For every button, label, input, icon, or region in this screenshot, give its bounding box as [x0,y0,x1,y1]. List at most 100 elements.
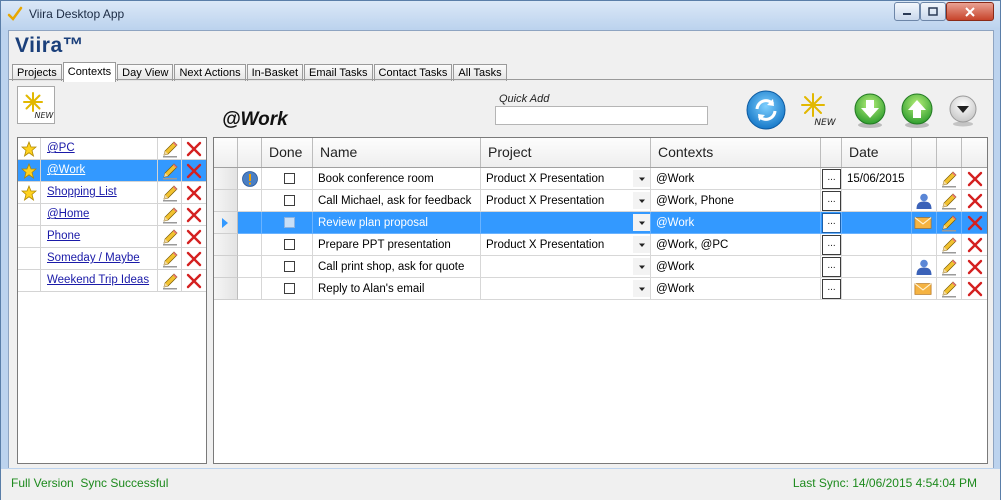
delete-x-icon[interactable] [966,258,984,276]
delete-x-icon[interactable] [186,185,202,201]
task-name[interactable]: Review plan proposal [313,212,481,234]
task-name[interactable]: Reply to Alan's email [313,278,481,300]
star-icon[interactable] [21,185,37,201]
context-label[interactable]: Shopping List [47,186,117,198]
new-task-icon[interactable]: NEW [795,91,841,129]
header-name[interactable]: Name [313,138,481,167]
context-picker-button[interactable]: ... [822,191,841,211]
contexts-cell[interactable]: @Work [651,168,821,190]
project-dropdown-button[interactable] [633,170,650,187]
date-cell[interactable] [842,278,912,300]
delete-x-icon[interactable] [186,207,202,223]
contexts-cell[interactable]: @Work [651,212,821,234]
maximize-button[interactable] [920,2,946,21]
sync-icon[interactable] [746,90,786,130]
context-picker-button[interactable]: ... [822,235,841,255]
task-name[interactable]: Call print shop, ask for quote [313,256,481,278]
edit-pencil-icon[interactable] [940,214,958,232]
edit-pencil-icon[interactable] [161,184,179,202]
context-item-someday-maybe[interactable]: Someday / Maybe [18,248,206,270]
delete-x-icon[interactable] [186,229,202,245]
row-selector[interactable] [214,168,238,190]
title-bar[interactable]: Viira Desktop App [1,1,1000,29]
edit-pencil-icon[interactable] [161,228,179,246]
delete-x-icon[interactable] [186,251,202,267]
dropdown-menu-icon[interactable] [948,95,978,127]
task-row[interactable]: Call print shop, ask for quote @Work ... [214,256,987,278]
date-cell[interactable] [842,256,912,278]
task-name[interactable]: Book conference room [313,168,481,190]
contexts-cell[interactable]: @Work, Phone [651,190,821,212]
task-row[interactable]: Prepare PPT presentation Product X Prese… [214,234,987,256]
edit-pencil-icon[interactable] [161,272,179,290]
project-dropdown-button[interactable] [633,214,650,231]
edit-pencil-icon[interactable] [940,170,958,188]
context-item-phone[interactable]: Phone [18,226,206,248]
edit-pencil-icon[interactable] [161,206,179,224]
row-selector[interactable] [214,212,238,234]
contexts-cell[interactable]: @Work [651,256,821,278]
edit-pencil-icon[interactable] [940,236,958,254]
context-picker-button[interactable]: ... [822,279,841,299]
date-cell[interactable] [842,212,912,234]
project-dropdown-button[interactable] [633,280,650,297]
delete-x-icon[interactable] [966,214,984,232]
row-selector[interactable] [214,256,238,278]
star-icon[interactable] [21,141,37,157]
delete-x-icon[interactable] [966,170,984,188]
delete-x-icon[interactable] [186,141,202,157]
contexts-cell[interactable]: @Work, @PC [651,234,821,256]
star-icon[interactable] [21,163,37,179]
context-item-shopping-list[interactable]: Shopping List [18,182,206,204]
edit-pencil-icon[interactable] [161,162,179,180]
date-cell[interactable]: 15/06/2015 [842,168,912,190]
minimize-button[interactable] [894,2,920,21]
context-label[interactable]: @Work [47,164,85,176]
context-label[interactable]: @PC [47,142,75,154]
edit-pencil-icon[interactable] [940,192,958,210]
delete-x-icon[interactable] [966,236,984,254]
row-selector[interactable] [214,190,238,212]
context-label[interactable]: Someday / Maybe [47,252,140,264]
project-cell[interactable] [481,212,651,234]
task-row[interactable]: Review plan proposal @Work ... [214,212,987,234]
date-cell[interactable] [842,234,912,256]
context-picker-button[interactable]: ... [822,169,841,189]
context-item-weekend-trip-ideas[interactable]: Weekend Trip Ideas [18,270,206,292]
project-cell[interactable]: Product X Presentation [481,234,651,256]
edit-pencil-icon[interactable] [161,140,179,158]
quick-add-input[interactable] [495,106,708,125]
context-item-home[interactable]: @Home [18,204,206,226]
tab-contexts[interactable]: Contexts [62,62,117,82]
edit-pencil-icon[interactable] [940,258,958,276]
done-checkbox[interactable] [284,195,295,206]
done-checkbox[interactable] [284,261,295,272]
delete-x-icon[interactable] [966,280,984,298]
task-name[interactable]: Call Michael, ask for feedback [313,190,481,212]
context-label[interactable]: Phone [47,230,80,242]
delete-x-icon[interactable] [186,163,202,179]
project-dropdown-button[interactable] [633,258,650,275]
row-selector[interactable] [214,234,238,256]
done-checkbox[interactable] [284,173,295,184]
header-date[interactable]: Date [842,138,912,167]
context-picker-button[interactable]: ... [822,257,841,277]
task-name[interactable]: Prepare PPT presentation [313,234,481,256]
edit-pencil-icon[interactable] [161,250,179,268]
task-row[interactable]: Call Michael, ask for feedback Product X… [214,190,987,212]
project-dropdown-button[interactable] [633,236,650,253]
done-checkbox[interactable] [284,283,295,294]
context-label[interactable]: @Home [47,208,89,220]
project-cell[interactable]: Product X Presentation [481,190,651,212]
delete-x-icon[interactable] [186,273,202,289]
done-checkbox[interactable] [284,217,295,228]
header-done[interactable]: Done [262,138,313,167]
project-dropdown-button[interactable] [633,192,650,209]
task-row[interactable]: Book conference room Product X Presentat… [214,168,987,190]
project-cell[interactable] [481,278,651,300]
context-item-pc[interactable]: @PC [18,138,206,160]
header-project[interactable]: Project [481,138,651,167]
project-cell[interactable] [481,256,651,278]
project-cell[interactable]: Product X Presentation [481,168,651,190]
move-down-icon[interactable] [853,93,887,129]
